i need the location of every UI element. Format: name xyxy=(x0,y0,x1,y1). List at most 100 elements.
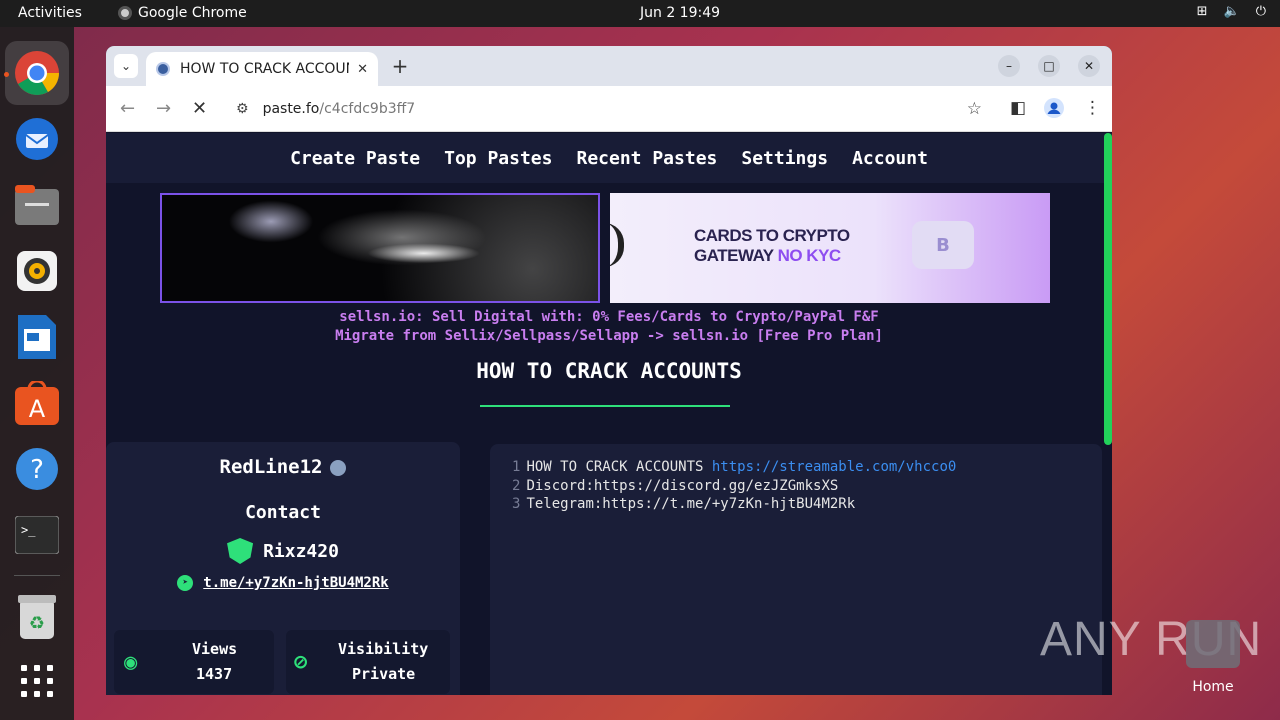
stop-loading-icon[interactable]: ✕ xyxy=(192,98,207,119)
page-scrollbar[interactable] xyxy=(1104,133,1112,445)
ad-banner-left[interactable] xyxy=(160,193,600,303)
browser-toolbar: ← → ✕ ⚙ paste.fo/c4cfdc9b3ff7 ☆ ◧ ⋮ xyxy=(106,86,1112,132)
telegram-link[interactable]: t.me/+y7zKn-hjtBU4M2Rk xyxy=(203,575,388,591)
banner-decoration xyxy=(610,223,624,267)
views-value: 1437 xyxy=(196,665,233,683)
back-icon[interactable]: ← xyxy=(120,98,135,119)
new-tab-button[interactable]: + xyxy=(388,54,412,78)
files-icon[interactable] xyxy=(13,181,61,229)
trash-icon[interactable]: ♻ xyxy=(13,593,61,641)
eye-off-icon: ⊘ xyxy=(294,650,308,675)
rhythmbox-icon[interactable] xyxy=(13,247,61,295)
contact-label: Contact xyxy=(245,502,321,523)
terminal-icon[interactable]: >_ xyxy=(13,511,61,559)
ad-banner-right[interactable]: CARDS TO CRYPTO GATEWAY NO KYC B xyxy=(610,193,1050,303)
line-number: 1 xyxy=(512,459,521,475)
app-grid-icon[interactable] xyxy=(13,657,61,705)
paste-title: HOW TO CRACK ACCOUNTS xyxy=(476,359,742,383)
contact-handle-row: Rixz420 xyxy=(106,538,460,564)
banner-subline-b: NO KYC xyxy=(777,246,842,265)
url-host: paste.fo xyxy=(262,101,320,117)
writer-icon[interactable] xyxy=(13,313,61,361)
author-sidebar: RedLine12 Contact Rixz420 ➤ t.me/+y7zKn-… xyxy=(106,442,460,695)
promo-line-2[interactable]: Migrate from Sellix/Sellpass/Sellapp -> … xyxy=(106,328,1112,344)
nav-account[interactable]: Account xyxy=(852,148,928,169)
author-name-row: RedLine12 xyxy=(106,456,460,478)
tab-close-icon[interactable]: ✕ xyxy=(357,62,368,77)
web-page: Create Paste Top Pastes Recent Pastes Se… xyxy=(106,133,1112,695)
code-line: 2 Discord:https://discord.gg/ezJZGmksXS xyxy=(512,478,838,494)
line-number: 2 xyxy=(512,478,521,494)
browser-window: ⌄ HOW TO CRACK ACCOUNTS ✕ + – □ ✕ ← → ✕ … xyxy=(106,46,1112,695)
svg-text:♻: ♻ xyxy=(29,613,45,634)
line-text: Telegram:https://t.me/+y7zKn-hjtBU4M2Rk xyxy=(526,496,856,512)
streamable-link[interactable]: https://streamable.com/vhcco0 xyxy=(712,459,956,475)
views-stat: ◉ Views 1437 xyxy=(114,630,274,694)
chrome-small-icon xyxy=(118,6,132,20)
author-name[interactable]: RedLine12 xyxy=(220,456,323,478)
visibility-label: Visibility xyxy=(338,640,429,658)
code-line: 3 Telegram:https://t.me/+y7zKn-hjtBU4M2Rk xyxy=(512,496,855,512)
dock-separator xyxy=(14,575,60,576)
svg-text:A: A xyxy=(29,395,46,423)
tab-strip: ⌄ HOW TO CRACK ACCOUNTS ✕ + – □ ✕ xyxy=(106,46,1112,86)
chrome-icon[interactable] xyxy=(13,49,61,97)
tab-search-button[interactable]: ⌄ xyxy=(114,54,138,78)
banner-subline: GATEWAY NO KYC xyxy=(694,246,841,266)
nav-top-pastes[interactable]: Top Pastes xyxy=(444,148,552,169)
author-badge-icon xyxy=(330,459,347,476)
network-icon: ⊞ xyxy=(1196,4,1208,19)
telegram-row: ➤ t.me/+y7zKn-hjtBU4M2Rk xyxy=(106,575,460,591)
tab-title: HOW TO CRACK ACCOUNTS xyxy=(180,61,349,77)
volume-icon: 🔈 xyxy=(1223,4,1240,19)
code-line: 1 HOW TO CRACK ACCOUNTS https://streamabl… xyxy=(512,459,956,475)
running-indicator xyxy=(4,72,9,77)
nav-settings[interactable]: Settings xyxy=(741,148,828,169)
system-tray[interactable]: ⊞ 🔈 ⏻ xyxy=(1197,4,1266,19)
clock[interactable]: Jun 2 19:49 xyxy=(640,5,720,21)
maximize-button[interactable]: □ xyxy=(1038,55,1060,77)
app-name: Google Chrome xyxy=(138,5,247,21)
svg-text:?: ? xyxy=(30,455,44,485)
url-path: /c4cfdc9b3ff7 xyxy=(319,101,416,117)
line-number: 3 xyxy=(512,496,521,512)
chrome-menu-icon[interactable]: ⋮ xyxy=(1084,98,1101,118)
home-folder-icon[interactable] xyxy=(1186,620,1240,668)
line-text: Discord:https://discord.gg/ezJZGmksXS xyxy=(526,478,839,494)
address-bar[interactable]: ⚙ paste.fo/c4cfdc9b3ff7 ☆ xyxy=(224,92,994,126)
tab-active[interactable]: HOW TO CRACK ACCOUNTS ✕ xyxy=(146,52,378,86)
bitcoin-coin-icon: B xyxy=(912,221,974,269)
app-center-icon[interactable]: A xyxy=(13,379,61,427)
thunderbird-icon[interactable] xyxy=(13,115,61,163)
views-label: Views xyxy=(192,640,238,658)
promo-line-1[interactable]: sellsn.io: Sell Digital with: 0% Fees/Ca… xyxy=(106,309,1112,325)
site-navigation: Create Paste Top Pastes Recent Pastes Se… xyxy=(106,133,1112,183)
telegram-icon: ➤ xyxy=(177,575,194,591)
nav-recent-pastes[interactable]: Recent Pastes xyxy=(576,148,717,169)
contact-name: Rixz420 xyxy=(263,540,339,562)
activities-button[interactable]: Activities xyxy=(18,5,82,21)
site-info-icon[interactable]: ⚙ xyxy=(236,101,249,117)
visibility-stat: ⊘ Visibility Private xyxy=(286,630,450,694)
home-folder-label[interactable]: Home xyxy=(1186,679,1240,695)
side-panel-icon[interactable]: ◧ xyxy=(1010,98,1026,118)
help-icon[interactable]: ? xyxy=(13,445,61,493)
title-underline xyxy=(480,405,730,407)
profile-icon[interactable] xyxy=(1044,98,1064,123)
top-bar: Activities Google Chrome Jun 2 19:49 ⊞ 🔈… xyxy=(0,0,1280,27)
visibility-value: Private xyxy=(352,665,416,683)
power-icon: ⏻ xyxy=(1255,4,1266,19)
banner-headline: CARDS TO CRYPTO xyxy=(694,226,850,245)
app-menu[interactable]: Google Chrome xyxy=(118,5,247,21)
favicon-icon xyxy=(156,62,170,76)
line-text: HOW TO CRACK ACCOUNTS xyxy=(526,459,712,475)
close-window-button[interactable]: ✕ xyxy=(1078,55,1100,77)
nav-create-paste[interactable]: Create Paste xyxy=(290,148,420,169)
dock: A ? >_ ♻ xyxy=(0,27,74,720)
paste-content[interactable]: 1 HOW TO CRACK ACCOUNTS https://streamabl… xyxy=(490,444,1102,695)
forward-icon[interactable]: → xyxy=(156,98,171,119)
eye-icon: ◉ xyxy=(124,650,138,675)
bookmark-star-icon[interactable]: ☆ xyxy=(967,99,982,119)
minimize-button[interactable]: – xyxy=(998,55,1020,77)
banner-subline-a: GATEWAY xyxy=(694,246,774,265)
